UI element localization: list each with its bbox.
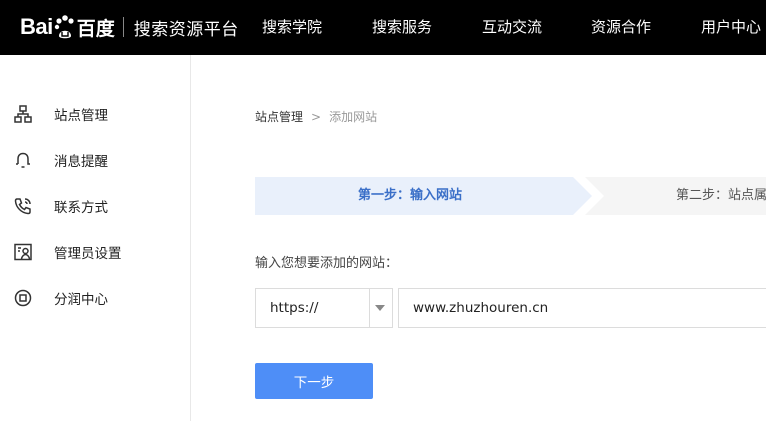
phone-icon [14,198,31,215]
step1-label: 第一步：输入网站 [358,188,463,203]
sidebar-item-profit-sharing[interactable]: 分润中心 [0,280,190,316]
logo-text-du: 百度 [76,17,115,40]
admin-user-icon [14,243,32,261]
paw-icon [54,15,74,39]
nav-item-user-center[interactable]: 用户中心 [701,0,761,55]
sidebar-item-contact[interactable]: 联系方式 [0,188,190,224]
breadcrumb-separator: > [311,109,322,124]
next-step-button[interactable]: 下一步 [255,363,373,399]
sitemap-icon [14,105,32,123]
nav-item-resource-cooperation[interactable]: 资源合作 [591,0,651,55]
select-divider [369,289,370,327]
profit-share-icon [14,289,32,307]
logo-divider [122,17,124,37]
sidebar-item-label: 站点管理 [54,108,108,124]
site-url-input[interactable] [398,288,766,328]
step2-label: 第二步：站点属 [676,188,766,203]
sidebar-item-label: 消息提醒 [54,154,108,170]
nav-item-interaction[interactable]: 互动交流 [482,0,542,55]
sidebar-item-label: 联系方式 [54,200,108,216]
caret-down-icon[interactable] [375,305,385,311]
logo-text-bai: Bai [20,14,53,39]
step-progress: 第一步：输入网站 第二步：站点属 [255,177,766,215]
breadcrumb-root-link[interactable]: 站点管理 [255,108,303,125]
nav-item-search-service[interactable]: 搜索服务 [372,0,432,55]
site-title: 搜索资源平台 [133,19,239,40]
sidebar-item-site-management[interactable]: 站点管理 [0,96,190,132]
baidu-logo[interactable]: Bai 百度 搜索资源平台 [20,10,239,44]
sidebar-item-label: 分润中心 [54,292,108,308]
sidebar-item-admin-settings[interactable]: 管理员设置 [0,234,190,270]
sidebar-item-label: 管理员设置 [54,246,122,262]
protocol-value: https:// [270,300,319,316]
breadcrumb: 站点管理 > 添加网站 [255,108,377,125]
sidebar: 站点管理 消息提醒 联系方式 管理员设置 分润中心 [0,55,191,421]
breadcrumb-current: 添加网站 [329,110,378,124]
sidebar-item-notifications[interactable]: 消息提醒 [0,142,190,178]
url-form-label: 输入您想要添加的网站： [255,256,399,271]
top-navigation-bar: Bai 百度 搜索资源平台 搜索学院 搜索服务 互动交流 资源合作 用户中心 [0,0,766,55]
bell-icon [16,152,30,168]
nav-item-search-academy[interactable]: 搜索学院 [262,0,322,55]
protocol-select[interactable]: https:// [255,288,393,328]
